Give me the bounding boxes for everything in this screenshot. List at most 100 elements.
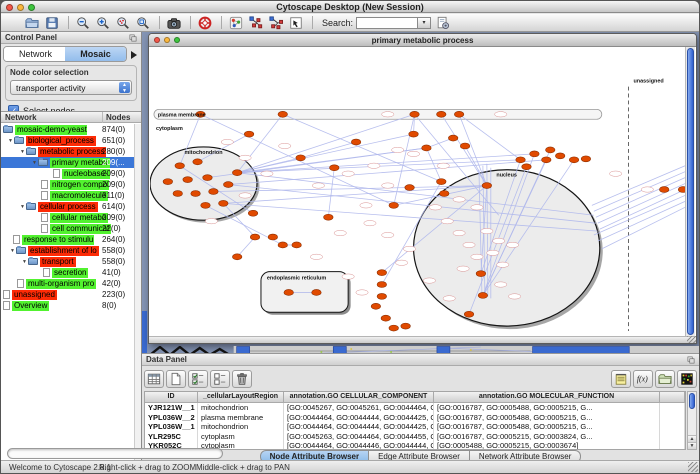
- network-tree-row[interactable]: macromolecule311(0): [1, 190, 134, 201]
- attribute-table-row[interactable]: YPL036W__1mitochondrion[GO:0044464, GO:0…: [145, 422, 685, 432]
- network-node[interactable]: [659, 187, 669, 193]
- unselect-all-attributes-button[interactable]: [210, 370, 230, 388]
- network-node[interactable]: [173, 191, 183, 197]
- zoom-fit-button[interactable]: [135, 15, 153, 31]
- network-node[interactable]: [401, 323, 411, 329]
- new-attribute-button[interactable]: [166, 370, 186, 388]
- network-tree-row[interactable]: ▼cellular process614(0): [1, 201, 134, 212]
- network-scrollbar-thumb[interactable]: [687, 48, 694, 335]
- network-tree-row[interactable]: Overview8(0): [1, 300, 134, 311]
- attribute-table-row[interactable]: YLR295Ccytoplasm[GO:0045263, GO:0044464,…: [145, 432, 685, 442]
- zoom-in-button[interactable]: [95, 15, 113, 31]
- network-node[interactable]: [448, 135, 458, 141]
- delete-attribute-button[interactable]: [232, 370, 252, 388]
- network-node[interactable]: [389, 202, 399, 208]
- network-node[interactable]: [232, 254, 242, 260]
- search-input[interactable]: [356, 17, 418, 29]
- network-tree-row[interactable]: cell communicat22(0): [1, 223, 134, 234]
- float-panel-icon[interactable]: [686, 355, 696, 365]
- network-node[interactable]: [324, 214, 334, 220]
- network-node[interactable]: [389, 325, 399, 331]
- network-view-window[interactable]: primary metabolic process plasma membran…: [148, 33, 697, 344]
- tab-scroll-right-icon[interactable]: [129, 48, 139, 60]
- tab-mosaic[interactable]: Mosaic: [65, 47, 126, 61]
- column-header[interactable]: annotation.GO MOLECULAR_FUNCTION: [434, 392, 660, 402]
- column-header[interactable]: annotation.GO CELLULAR_COMPONENT: [284, 392, 434, 402]
- network-node[interactable]: [278, 111, 288, 117]
- network-node[interactable]: [377, 270, 387, 276]
- network-tree-row[interactable]: ▼primary metabo209(...: [1, 157, 134, 168]
- layout-nodes-a-button[interactable]: [248, 15, 266, 31]
- window-resize-grip[interactable]: [688, 462, 698, 472]
- network-node[interactable]: [248, 210, 258, 216]
- network-node[interactable]: [292, 242, 302, 248]
- network-tree-row[interactable]: multi-organism pro42(0): [1, 278, 134, 289]
- tree-expander-icon[interactable]: ▼: [19, 149, 26, 155]
- network-node[interactable]: [163, 179, 173, 185]
- help-lifesaver-button[interactable]: [197, 15, 215, 31]
- network-node[interactable]: [209, 189, 219, 195]
- tree-expander-icon[interactable]: ▼: [9, 248, 16, 254]
- network-window-resize-grip[interactable]: [687, 336, 696, 343]
- network-node[interactable]: [193, 159, 203, 165]
- network-tree-row[interactable]: nucleobase-209(0): [1, 168, 134, 179]
- network-node[interactable]: [476, 271, 486, 277]
- network-node[interactable]: [312, 289, 322, 295]
- network-node[interactable]: [405, 185, 415, 191]
- zoom-selected-button[interactable]: [115, 15, 133, 31]
- network-node[interactable]: [678, 187, 685, 193]
- main-titlebar[interactable]: Cytoscape Desktop (New Session): [1, 1, 699, 13]
- network-node[interactable]: [175, 163, 185, 169]
- network-node[interactable]: [377, 282, 387, 288]
- network-tree-row[interactable]: cellular metabo209(0): [1, 212, 134, 223]
- network-node[interactable]: [410, 111, 420, 117]
- attribute-grid-button[interactable]: [144, 370, 164, 388]
- network-tree-row[interactable]: response to stimulu264(0): [1, 234, 134, 245]
- tree-column-nodes[interactable]: Nodes: [102, 112, 130, 123]
- network-node[interactable]: [437, 179, 447, 185]
- network-node[interactable]: [371, 303, 381, 309]
- function-builder-button[interactable]: f(x): [633, 370, 653, 388]
- scroll-down-arrow[interactable]: ▼: [688, 442, 696, 449]
- network-tree-row[interactable]: unassigned223(0): [1, 289, 134, 300]
- network-node[interactable]: [569, 157, 579, 163]
- tree-expander-icon[interactable]: ▼: [19, 204, 26, 210]
- tree-expander-icon[interactable]: ▼: [31, 160, 38, 166]
- network-node[interactable]: [530, 151, 540, 157]
- network-tree-row[interactable]: ▼biological_process651(0): [1, 135, 134, 146]
- network-node[interactable]: [183, 177, 193, 183]
- network-vertical-scrollbar[interactable]: [685, 47, 695, 336]
- network-node[interactable]: [377, 293, 387, 299]
- network-node[interactable]: [224, 182, 234, 188]
- scroll-up-arrow[interactable]: ▲: [688, 435, 696, 442]
- network-tree-row[interactable]: secretion41(0): [1, 267, 134, 278]
- tree-column-network[interactable]: Network: [1, 112, 37, 122]
- network-window-titlebar[interactable]: primary metabolic process: [149, 34, 696, 47]
- network-tree-row[interactable]: mosaic-demo-yeast874(0): [1, 124, 134, 135]
- network-node[interactable]: [268, 234, 278, 240]
- network-node[interactable]: [482, 183, 492, 189]
- select-all-attributes-button[interactable]: [188, 370, 208, 388]
- tree-scrollbar[interactable]: [134, 124, 141, 460]
- network-node[interactable]: [422, 145, 432, 151]
- tree-expander-icon[interactable]: ▼: [7, 138, 14, 144]
- network-node[interactable]: [409, 131, 419, 137]
- save-session-button[interactable]: [44, 15, 62, 31]
- layout-nodes-b-button[interactable]: [268, 15, 286, 31]
- network-node[interactable]: [296, 155, 306, 161]
- network-node[interactable]: [464, 311, 474, 317]
- column-header[interactable]: [660, 392, 685, 402]
- table-vertical-scrollbar[interactable]: ▲ ▼: [687, 391, 697, 450]
- attribute-table-row[interactable]: YJR121W__1mitochondrion[GO:0045267, GO:0…: [145, 403, 685, 413]
- network-node[interactable]: [203, 175, 213, 181]
- tab-network[interactable]: Network: [4, 47, 65, 61]
- column-header[interactable]: _cellularLayoutRegion: [198, 392, 284, 402]
- open-file-button[interactable]: [24, 15, 42, 31]
- network-node[interactable]: [437, 111, 447, 117]
- network-node[interactable]: [244, 131, 254, 137]
- heatmap-button[interactable]: [677, 370, 697, 388]
- network-tree-row[interactable]: ▼transport558(0): [1, 256, 134, 267]
- network-node[interactable]: [542, 157, 552, 163]
- vizmapper-button[interactable]: [228, 15, 246, 31]
- annotation-tool-button[interactable]: [288, 15, 306, 31]
